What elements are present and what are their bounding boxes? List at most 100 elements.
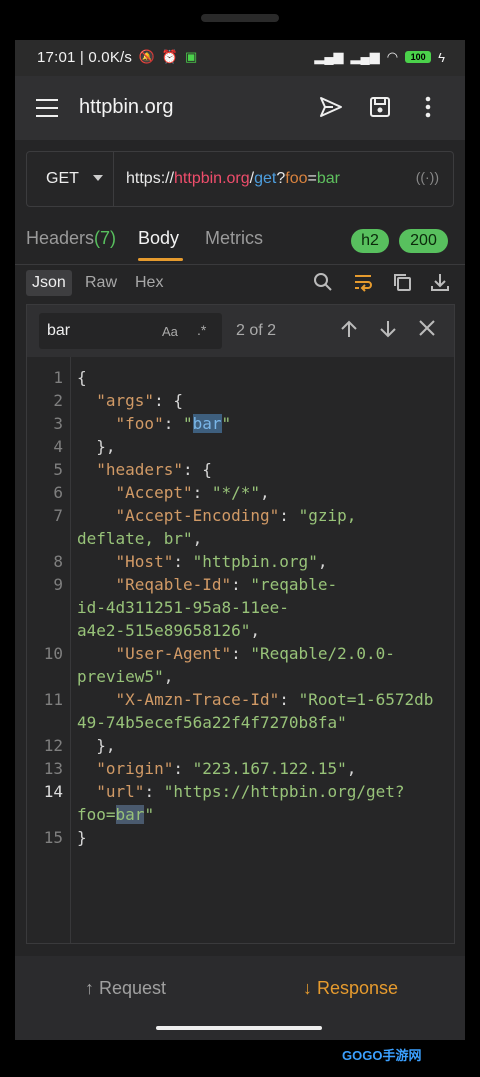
code-line: 14 "url": "https://httpbin.org/get? [27,780,454,803]
line-text: "Host": "httpbin.org", [115,552,328,571]
line-text: id-4d311251-95a8-11ee- [77,598,289,617]
line-number: 12 [43,736,63,755]
tab-headers[interactable]: Headers(7) [26,228,116,249]
response-button[interactable]: ↓ Response [303,978,398,999]
tab-metrics[interactable]: Metrics [205,228,263,249]
code-line: 3 "foo": "bar" [27,412,454,435]
line-text: "headers": { [96,460,212,479]
line-text: "Accept": "*/*", [115,483,270,502]
more-vert-icon[interactable] [425,96,431,124]
code-line: 1{ [27,366,454,389]
broadcast-icon[interactable]: ((·)) [416,169,439,185]
line-text: "User-Agent": "Reqable/2.0.0- [115,644,395,663]
line-text: a4e2-515e89658126", [77,621,261,640]
line-number: 8 [53,552,63,571]
line-text: "foo": "bar" [115,414,232,433]
tab-raw[interactable]: Raw [79,270,123,296]
regex-toggle[interactable]: .* [197,322,206,338]
line-text: }, [77,437,116,456]
watermark: GOGO手游网 [342,1048,422,1063]
url-scheme: https:// [126,170,175,187]
tab-json[interactable]: Json [26,270,72,296]
line-text: }, [77,736,116,755]
code-line-wrap: a4e2-515e89658126", [27,619,454,642]
menu-icon[interactable] [36,99,58,123]
line-number: 3 [53,414,63,433]
body-format-tabs: Json Raw Hex [15,266,465,300]
download-icon[interactable] [430,272,450,297]
line-number: 5 [53,460,63,479]
status-code-badge: 200 [399,229,448,253]
url-query-equals: = [307,170,317,187]
save-icon[interactable] [369,96,391,124]
code-line: 6 "Accept": "*/*", [27,481,454,504]
line-number: 15 [43,828,63,847]
charging-icon: ϟ [438,49,445,65]
url-host: httpbin.org [174,170,250,187]
line-number: 11 [43,690,63,709]
active-tab-indicator [138,258,183,261]
bottom-bar: ↑ Request ↓ Response [15,956,465,1040]
line-text: deflate, br", [77,529,203,548]
tab-headers-label: Headers [26,228,95,248]
code-line-wrap: foo=bar" [27,803,454,826]
mute-icon: 🔕 [138,49,155,64]
code-line: 7 "Accept-Encoding": "gzip, [27,504,454,527]
code-line: 15} [27,826,454,849]
line-number: 7 [53,506,63,525]
battery-icon: 100 [405,51,432,63]
phone-screen: 17:01 | 0.0K/s 🔕 ⏰ ▣ ▂▄▆ ▂▄▆ ◠ 100 ϟ htt… [15,40,465,1040]
code-line: 10 "User-Agent": "Reqable/2.0.0- [27,642,454,665]
status-icons: 🔕 ⏰ ▣ ▂▄▆ ▂▄▆ ◠ 100 ϟ [139,49,445,65]
close-icon[interactable] [418,319,436,343]
code-line: 4 }, [27,435,454,458]
code-line-wrap: 49-74b5ecef56a22f4f7270b8fa" [27,711,454,734]
search-match: bar [192,414,222,433]
response-tabs: Headers(7) Body Metrics h2 200 [15,216,465,264]
url-path: get [254,170,277,187]
url-input[interactable]: https://httpbin.org/get?foo=bar [126,170,340,188]
code-line-wrap: id-4d311251-95a8-11ee- [27,596,454,619]
line-text: "Accept-Encoding": "gzip, [115,506,357,525]
line-number: 10 [43,644,63,663]
send-icon[interactable] [319,96,343,124]
tab-body[interactable]: Body [138,228,179,249]
line-number: 1 [53,368,63,387]
signal-hd-icon: ▂▄▆ [350,49,380,64]
status-bar: 17:01 | 0.0K/s 🔕 ⏰ ▣ ▂▄▆ ▂▄▆ ◠ 100 ϟ [15,40,465,76]
tab-hex[interactable]: Hex [129,270,169,296]
url-query-key: foo [285,170,308,187]
code-line: 5 "headers": { [27,458,454,481]
find-input[interactable]: bar Aa .* [39,313,222,349]
line-text: foo=bar" [77,805,155,824]
arrow-up-icon[interactable] [340,319,358,345]
find-bar: bar Aa .* 2 of 2 [27,305,454,357]
json-code: 1{ 2 "args": { 3 "foo": "bar" 4 }, 5 "he… [27,366,454,849]
code-editor[interactable]: bar Aa .* 2 of 2 1{ 2 "args": { 3 "foo":… [26,304,455,944]
code-line: 2 "args": { [27,389,454,412]
url-query-value: bar [316,170,340,187]
code-line: 11 "X-Amzn-Trace-Id": "Root=1-6572db [27,688,454,711]
line-number: 2 [53,391,63,410]
method-label: GET [46,170,79,187]
match-case-toggle[interactable]: Aa [162,324,178,339]
line-text: } [77,828,87,847]
tabs-divider [15,264,465,265]
url-query-mark: ? [276,170,286,187]
line-number: 6 [53,483,63,502]
request-button[interactable]: ↑ Request [85,978,166,999]
search-match-current: bar [115,805,145,824]
protocol-badge: h2 [351,229,389,253]
line-text: 49-74b5ecef56a22f4f7270b8fa" [77,713,347,732]
line-text: "url": "https://httpbin.org/get? [96,782,405,801]
method-select[interactable]: GET [27,152,114,206]
page-title: httpbin.org [79,96,174,118]
arrow-down-icon[interactable] [379,319,397,345]
line-text: "args": { [96,391,183,410]
app-notification-icon: ▣ [185,49,198,64]
url-bar: GET https://httpbin.org/get?foo=bar ((·)… [26,151,454,207]
copy-icon[interactable] [392,272,412,297]
wrap-text-icon[interactable] [353,272,373,297]
search-icon[interactable] [313,272,333,297]
line-number: 4 [53,437,63,456]
